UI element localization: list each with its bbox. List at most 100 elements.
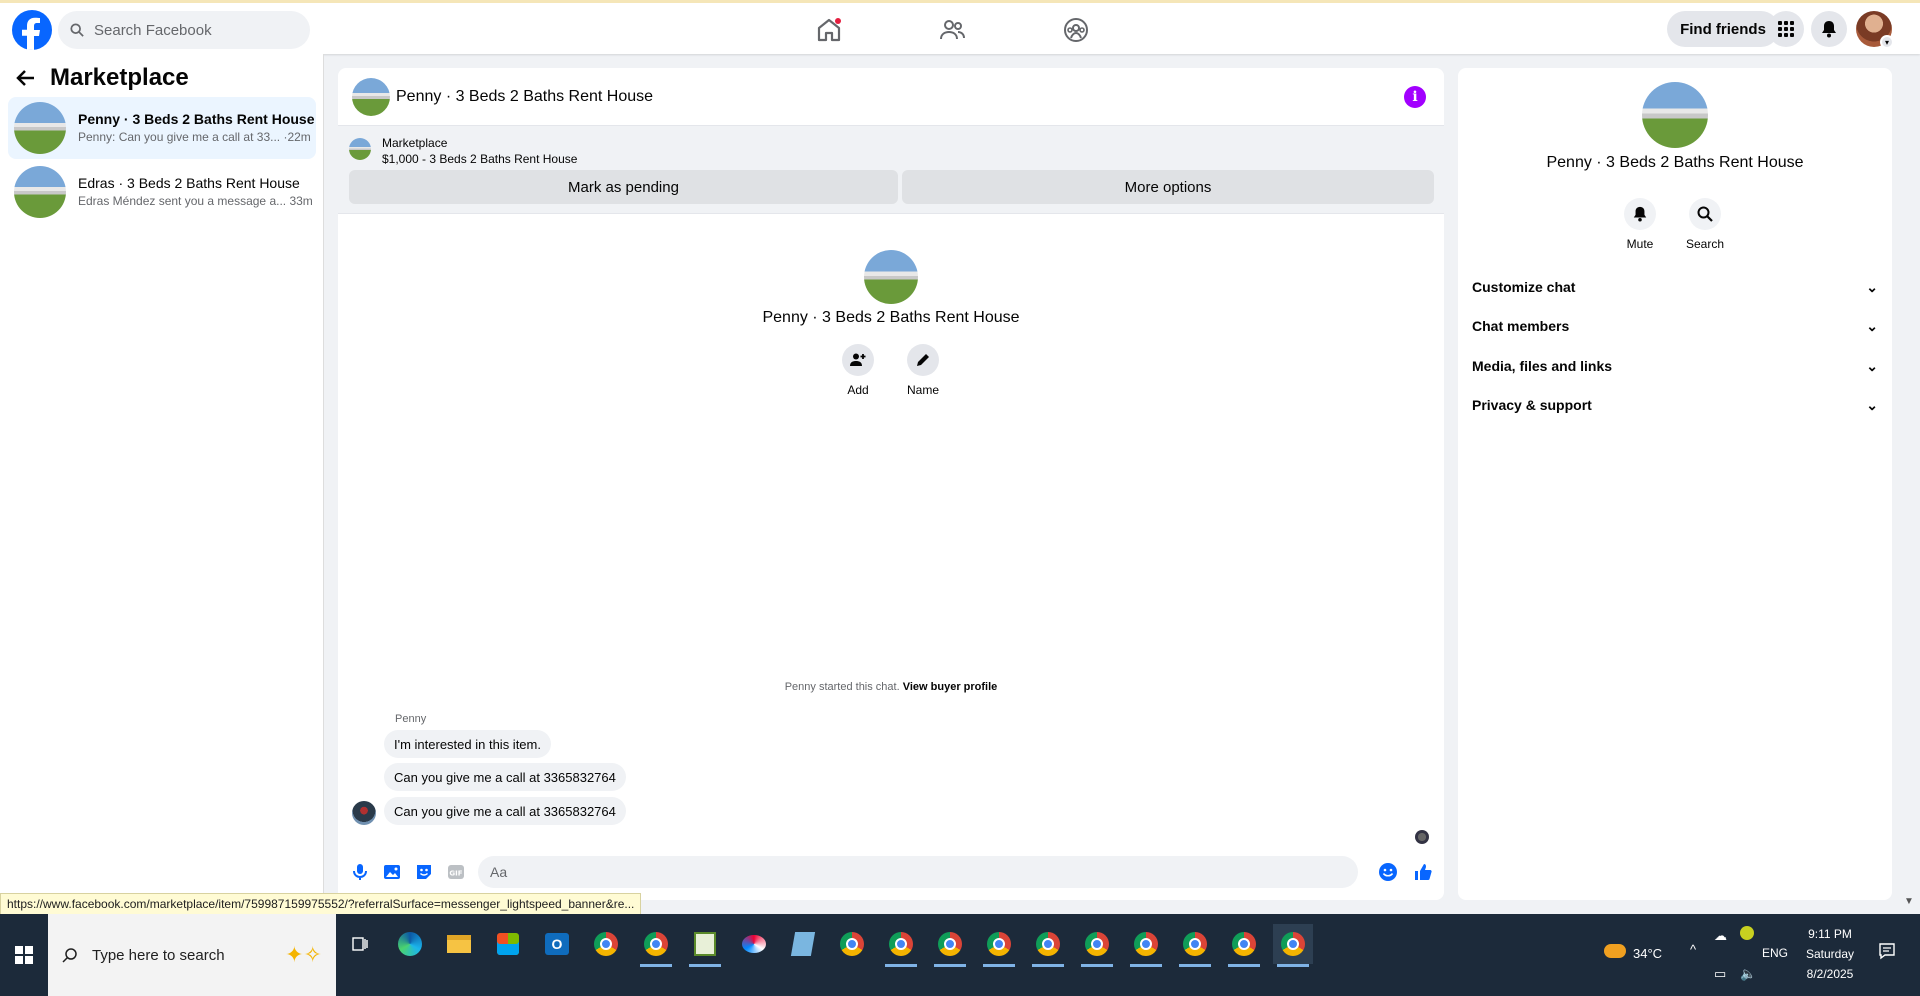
task-view-icon[interactable]: [340, 924, 380, 964]
message-composer: GIF Aa: [338, 852, 1444, 892]
conversation-item[interactable]: Edras · 3 Beds 2 Baths Rent House Edras …: [8, 161, 316, 223]
search-label: Search: [1685, 237, 1725, 251]
temperature[interactable]: 34°C: [1633, 946, 1662, 961]
onedrive-icon[interactable]: ☁: [1714, 928, 1727, 944]
file-explorer-icon[interactable]: [439, 924, 479, 964]
clock-time: 9:11 PM: [1808, 927, 1852, 941]
chevron-up-icon[interactable]: ^: [1690, 942, 1696, 957]
chrome-window-icon[interactable]: [979, 924, 1019, 967]
status-bar-url: https://www.facebook.com/marketplace/ite…: [0, 893, 642, 915]
home-nav-button[interactable]: [773, 10, 885, 50]
more-options-button[interactable]: More options: [902, 170, 1434, 204]
mute-button[interactable]: Mute: [1608, 198, 1672, 251]
search-in-chat-button[interactable]: Search: [1673, 198, 1737, 251]
outlook-icon[interactable]: O: [537, 924, 577, 964]
top-navigation-bar: Search Facebook Find friends ▾: [0, 0, 1920, 54]
chevron-down-icon: ⌄: [1866, 396, 1878, 413]
security-icon[interactable]: [1740, 926, 1754, 940]
notification-center-icon[interactable]: [1878, 942, 1896, 960]
message-bubble[interactable]: Can you give me a call at 3365832764: [384, 797, 626, 825]
message-bubble[interactable]: Can you give me a call at 3365832764: [384, 763, 626, 791]
emoji-icon[interactable]: [1378, 862, 1398, 882]
details-name: Penny · 3 Beds 2 Baths Rent House: [1546, 154, 1804, 171]
search-facebook-input[interactable]: Search Facebook: [58, 11, 310, 49]
chevron-down-icon[interactable]: ▾: [1880, 35, 1894, 49]
chrome-window-icon[interactable]: [1028, 924, 1068, 967]
windows-start-icon[interactable]: [0, 914, 48, 996]
chrome-profile-icon[interactable]: [636, 924, 676, 967]
facebook-logo-icon[interactable]: [12, 10, 52, 50]
find-friends-button[interactable]: Find friends: [1667, 11, 1779, 47]
home-icon: [817, 18, 841, 42]
mark-as-pending-button[interactable]: Mark as pending: [349, 170, 898, 204]
language-indicator[interactable]: ENG: [1762, 946, 1788, 960]
seen-indicator: [1415, 830, 1429, 844]
conversation-name: Penny · 3 Beds 2 Baths Rent House: [78, 111, 315, 127]
friends-nav-button[interactable]: [896, 10, 1008, 50]
search-icon: [70, 23, 84, 37]
taskbar-search-input[interactable]: Type here to search ✦✧: [48, 914, 336, 996]
clock-date: 8/2/2025: [1806, 967, 1854, 981]
privacy-support-section[interactable]: Privacy & support ⌄: [1472, 386, 1878, 424]
volume-icon[interactable]: 🔈: [1740, 966, 1756, 982]
microphone-icon[interactable]: [350, 862, 370, 882]
message-bubble[interactable]: I'm interested in this item.: [384, 730, 551, 758]
chat-title[interactable]: Penny · 3 Beds 2 Baths Rent House: [396, 88, 653, 106]
view-buyer-profile-link[interactable]: View buyer profile: [903, 681, 998, 693]
chevron-down-icon: ⌄: [1866, 278, 1878, 295]
windows-taskbar: Type here to search ✦✧ O 34°C ^ ☁ ▭ 🔈 EN…: [0, 914, 1920, 996]
add-people-button[interactable]: Add: [826, 344, 890, 397]
marketplace-title: Marketplace: [50, 64, 189, 91]
started-text: Penny started this chat.: [784, 681, 900, 693]
info-icon[interactable]: i: [1404, 86, 1426, 108]
section-label: Privacy & support: [1472, 397, 1592, 413]
menu-button[interactable]: [1768, 11, 1804, 47]
customize-chat-section[interactable]: Customize chat ⌄: [1472, 268, 1878, 306]
listing-thumbnail: [14, 102, 66, 154]
grid-menu-icon: [1778, 21, 1794, 37]
marketplace-item-banner[interactable]: Marketplace $1,000 - 3 Beds 2 Baths Rent…: [338, 126, 1444, 214]
chevron-down-icon: ⌄: [1866, 357, 1878, 374]
gif-icon[interactable]: GIF: [446, 862, 466, 882]
chrome-window-icon[interactable]: [1224, 924, 1264, 967]
chat-avatar[interactable]: [352, 77, 390, 116]
chrome-window-icon[interactable]: [1126, 924, 1166, 967]
media-files-links-section[interactable]: Media, files and links ⌄: [1472, 347, 1878, 385]
pencil-icon: [917, 354, 929, 366]
chrome-window-active-icon[interactable]: [1273, 924, 1313, 967]
chrome-window-icon[interactable]: [1077, 924, 1117, 967]
chrome-window-icon[interactable]: [881, 924, 921, 967]
groups-nav-button[interactable]: [1020, 10, 1132, 50]
photo-icon[interactable]: [382, 862, 402, 882]
chrome-window-icon[interactable]: [930, 924, 970, 967]
intro-avatar: [864, 250, 918, 304]
listing-thumbnail: [14, 166, 66, 218]
name-chat-button[interactable]: Name: [891, 344, 955, 397]
sender-avatar[interactable]: [352, 801, 376, 825]
chrome-window-icon[interactable]: [832, 924, 872, 964]
back-arrow-icon[interactable]: [16, 68, 36, 88]
scroll-down-arrow-icon[interactable]: ▼: [1904, 896, 1914, 907]
spreadsheet-app-icon[interactable]: [685, 924, 725, 967]
taskbar-search-placeholder: Type here to search: [92, 946, 225, 964]
chat-panel: Penny · 3 Beds 2 Baths Rent House i Mark…: [338, 68, 1444, 900]
svg-text:GIF: GIF: [449, 870, 462, 878]
chrome-icon[interactable]: [586, 924, 626, 964]
microsoft-store-icon[interactable]: [488, 924, 528, 964]
weather-icon[interactable]: [1604, 944, 1626, 958]
chat-started-notice: Penny started this chat. View buyer prof…: [338, 681, 1444, 693]
notifications-button[interactable]: [1811, 11, 1847, 47]
conversation-item[interactable]: Penny · 3 Beds 2 Baths Rent House Penny:…: [8, 97, 316, 159]
edge-icon[interactable]: [390, 924, 430, 964]
notepad-icon[interactable]: [783, 924, 823, 964]
like-thumb-icon[interactable]: [1413, 862, 1433, 882]
paint-app-icon[interactable]: [734, 924, 774, 964]
mute-label: Mute: [1626, 237, 1654, 251]
message-input[interactable]: Aa: [478, 856, 1358, 888]
sticker-icon[interactable]: [414, 862, 434, 882]
add-person-icon: [850, 353, 866, 366]
chrome-window-icon[interactable]: [1175, 924, 1215, 967]
taskbar-clock[interactable]: 9:11 PM Saturday 8/2/2025: [1790, 924, 1870, 984]
network-icon[interactable]: ▭: [1714, 966, 1726, 982]
chat-members-section[interactable]: Chat members ⌄: [1472, 307, 1878, 345]
